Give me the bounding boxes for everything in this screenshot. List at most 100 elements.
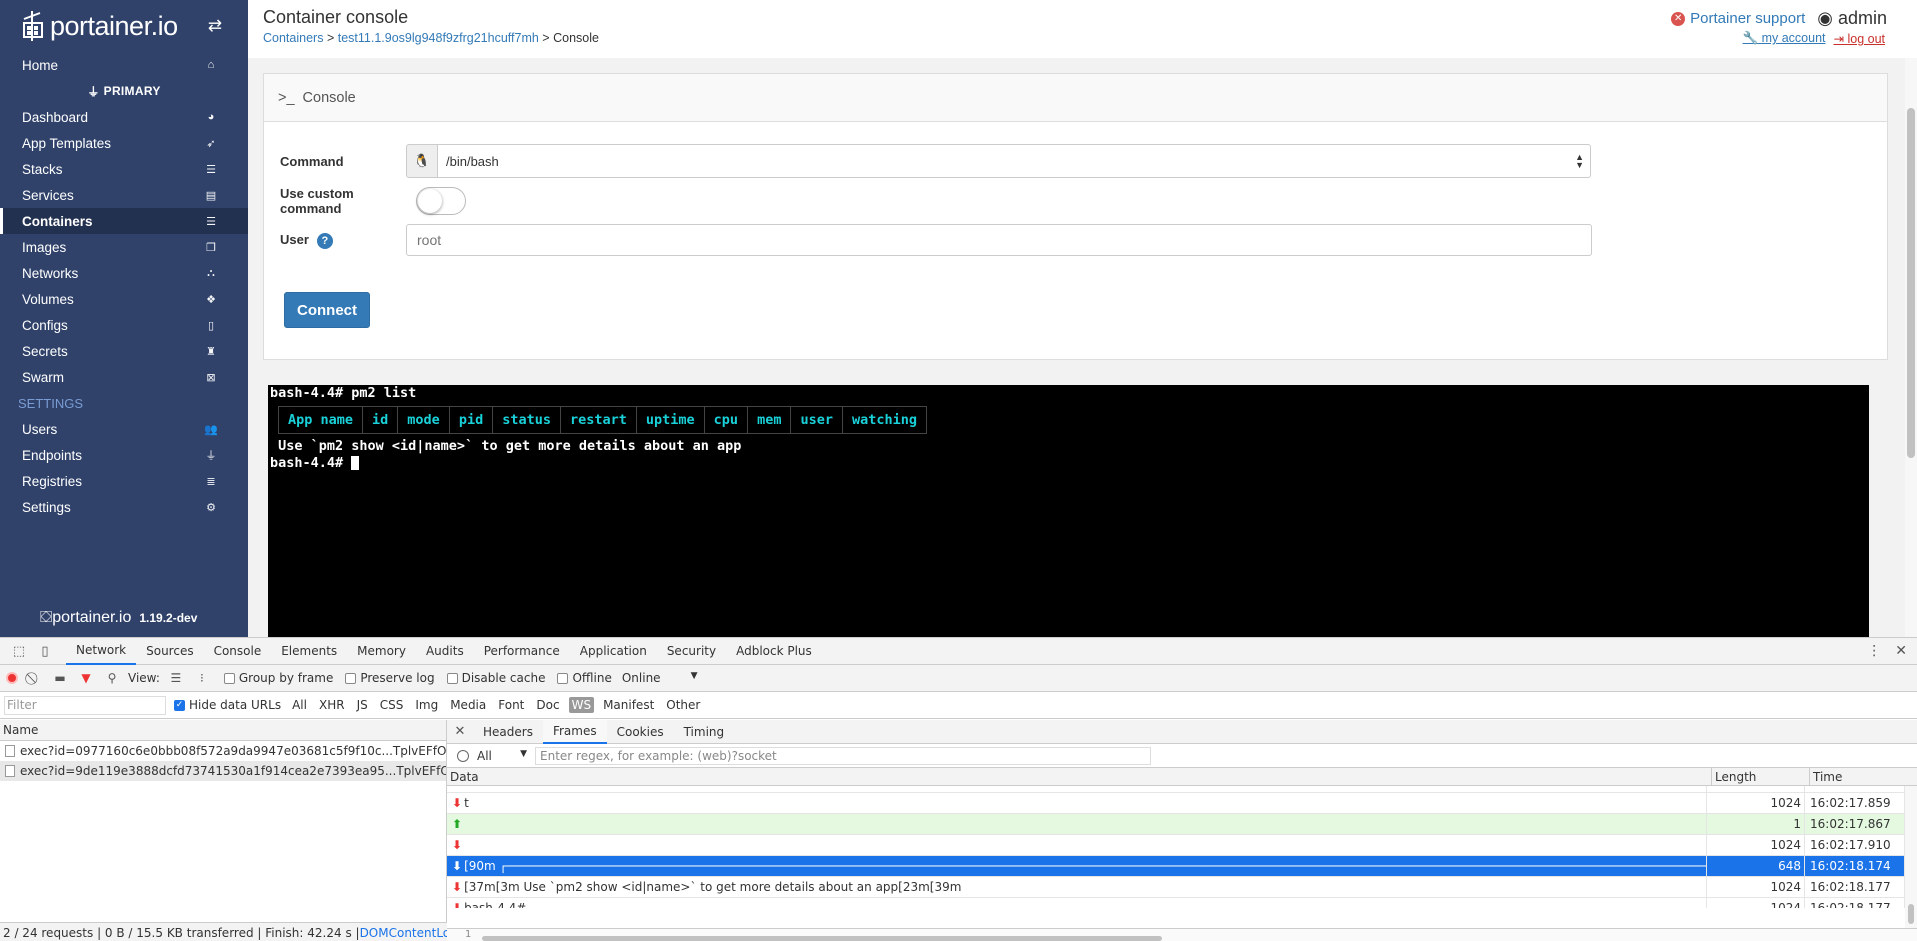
sidebar-item-home[interactable]: Home ⌂ xyxy=(0,52,248,78)
length-column-header[interactable]: Length xyxy=(1712,768,1810,785)
disable-cache-checkbox[interactable]: Disable cache xyxy=(446,671,545,685)
close-icon[interactable]: ✕ xyxy=(1895,643,1907,659)
large-rows-icon[interactable]: ☰ xyxy=(166,671,186,685)
sidebar-item-secrets[interactable]: Secrets ♜ xyxy=(0,338,248,364)
sidebar-item-registries[interactable]: Registries ≣ xyxy=(0,468,248,494)
question-circle-icon[interactable]: ? xyxy=(316,232,333,249)
request-row[interactable]: exec?id=9de119e3888dcfd73741530a1f914cea… xyxy=(0,761,446,781)
frames-scrollbar[interactable] xyxy=(1905,786,1917,928)
terminal-prompt: bash-4.4# xyxy=(270,455,1867,472)
request-row[interactable]: exec?id=0977160c6e0bbb08f572a9da9947e036… xyxy=(0,741,446,761)
frame-row[interactable]: ⬆ 1 16:02:17.867 xyxy=(447,814,1917,835)
exchange-icon[interactable]: ⇄ xyxy=(208,16,222,36)
more-vertical-icon[interactable]: ⋮ xyxy=(1867,643,1881,659)
devtools-tab-sources[interactable]: Sources xyxy=(136,638,203,665)
detail-tab-frames[interactable]: Frames xyxy=(542,719,607,744)
my-account-link[interactable]: 🔧 my account xyxy=(1743,31,1826,46)
logout-link[interactable]: ⇥ log out xyxy=(1834,31,1886,46)
pm2-column-mem: mem xyxy=(747,406,792,434)
frame-row[interactable]: ⬇ t 1024 16:02:17.859 xyxy=(447,793,1917,814)
command-select[interactable]: /bin/bash ▲ ▼ xyxy=(437,144,1591,178)
filter-type-xhr[interactable]: XHR xyxy=(316,697,348,713)
frame-row[interactable]: ⬇ bash-4.4# 1024 16:02:18.177 xyxy=(447,898,1917,908)
main-scrollbar[interactable] xyxy=(1905,58,1917,637)
sidebar-item-settings[interactable]: Settings ⚙ xyxy=(0,494,248,520)
devtools-tab-security[interactable]: Security xyxy=(657,638,726,665)
record-icon[interactable] xyxy=(6,672,18,684)
device-toggle-icon[interactable]: ▯ xyxy=(32,644,58,659)
sidebar-item-users[interactable]: Users 👥 xyxy=(0,416,248,442)
support-link[interactable]: ✕ Portainer support xyxy=(1671,10,1805,27)
time-column-header[interactable]: Time xyxy=(1810,768,1910,785)
sidebar-item-swarm[interactable]: Swarm ⊠ xyxy=(0,364,248,390)
preserve-log-checkbox[interactable]: Preserve log xyxy=(345,671,435,685)
throttle-select[interactable]: Online ▼ xyxy=(622,671,698,685)
sidebar-item-configs[interactable]: Configs ▯ xyxy=(0,312,248,338)
horizontal-scrollbar[interactable] xyxy=(482,936,1162,941)
filter-icon[interactable]: ▼ xyxy=(76,671,96,685)
sidebar-item-networks[interactable]: Networks ⛬ xyxy=(0,260,248,286)
file-icon xyxy=(5,745,15,757)
frame-row[interactable]: ⬇ [37m[3m Use `pm2 show <id|name>` to get… xyxy=(447,877,1917,898)
sidebar-item-endpoints[interactable]: Endpoints ⏚ xyxy=(0,442,248,468)
overview-icon[interactable]: ⁝ xyxy=(192,671,212,685)
terminal[interactable]: bash-4.4# pm2 list App name id mode pid stat… xyxy=(268,385,1869,637)
filter-type-js[interactable]: JS xyxy=(354,697,371,713)
inspect-icon[interactable]: ⬚ xyxy=(6,644,32,659)
sidebar-item-services[interactable]: Services ▤ xyxy=(0,182,248,208)
filter-type-media[interactable]: Media xyxy=(447,697,489,713)
clear-icon[interactable]: ⃠ xyxy=(24,671,44,686)
sidebar-item-dashboard[interactable]: Dashboard ◕ xyxy=(0,104,248,130)
scrollbar-thumb[interactable] xyxy=(1908,904,1914,924)
user-input[interactable] xyxy=(406,224,1592,256)
breadcrumb-container[interactable]: test11.1.9os9lg948f9zfrg21hcuff7mh xyxy=(338,31,539,45)
filter-type-font[interactable]: Font xyxy=(495,697,527,713)
devtools-tab-performance[interactable]: Performance xyxy=(474,638,570,665)
name-column-header[interactable]: Name xyxy=(0,720,446,741)
filter-type-img[interactable]: Img xyxy=(412,697,441,713)
devtools-tab-memory[interactable]: Memory xyxy=(347,638,416,665)
filter-type-other[interactable]: Other xyxy=(663,697,703,713)
detail-tab-timing[interactable]: Timing xyxy=(674,720,735,744)
dropdown-arrow-icon: ▼ xyxy=(690,671,698,681)
sidebar-item-volumes[interactable]: Volumes ❖ xyxy=(0,286,248,312)
devtools-tab-adblock-plus[interactable]: Adblock Plus xyxy=(726,638,822,665)
search-icon[interactable]: ⚲ xyxy=(102,671,122,685)
group-by-frame-checkbox[interactable]: Group by frame xyxy=(223,671,333,685)
filter-type-manifest[interactable]: Manifest xyxy=(600,697,657,713)
filter-input[interactable]: Filter xyxy=(4,695,166,715)
devtools-tab-console[interactable]: Console xyxy=(204,638,272,665)
detail-tab-cookies[interactable]: Cookies xyxy=(607,720,674,744)
devtools-tab-network[interactable]: Network xyxy=(66,638,137,665)
data-column-header[interactable]: Data xyxy=(447,768,1712,785)
frame-type-select[interactable]: All ▼ xyxy=(477,749,527,763)
devtools-tab-audits[interactable]: Audits xyxy=(416,638,474,665)
sidebar-item-containers[interactable]: Containers ☰ xyxy=(0,208,248,234)
filter-type-css[interactable]: CSS xyxy=(377,697,407,713)
capture-screenshots-icon[interactable]: ▬ xyxy=(50,671,70,685)
filter-type-doc[interactable]: Doc xyxy=(533,697,562,713)
scrollbar-thumb[interactable] xyxy=(1907,108,1915,458)
frame-row[interactable]: ⬇ [90m ┌─────────────────────────────────… xyxy=(447,856,1917,877)
connect-button[interactable]: Connect xyxy=(284,292,370,328)
filter-type-all[interactable]: All xyxy=(289,697,310,713)
frame-row[interactable]: ⬇ 1024 16:02:17.910 xyxy=(447,835,1917,856)
devtools-tab-application[interactable]: Application xyxy=(570,638,657,665)
custom-command-toggle[interactable] xyxy=(416,187,466,215)
sidebar-item-app-templates[interactable]: App Templates ➶ xyxy=(0,130,248,156)
breadcrumb-containers[interactable]: Containers xyxy=(263,31,323,45)
sidebar-item-label: Configs xyxy=(22,317,68,333)
view-label: View: xyxy=(128,671,160,685)
regex-filter-input[interactable]: Enter regex, for example: (web)?socket xyxy=(535,746,1151,765)
devtools-tab-elements[interactable]: Elements xyxy=(271,638,347,665)
detail-tab-headers[interactable]: Headers xyxy=(473,720,543,744)
filter-type-ws[interactable]: WS xyxy=(568,697,595,713)
sidebar-logo[interactable]: portainer.io ⇄ xyxy=(0,0,248,52)
sidebar-item-stacks[interactable]: Stacks ☰ xyxy=(0,156,248,182)
hide-data-urls-checkbox[interactable]: ✓ Hide data URLs xyxy=(174,698,281,712)
close-detail-icon[interactable]: ✕ xyxy=(447,724,473,739)
sidebar-item-images[interactable]: Images ❐ xyxy=(0,234,248,260)
clear-frames-icon[interactable] xyxy=(457,749,469,762)
offline-checkbox[interactable]: Offline xyxy=(557,671,612,685)
arrow-down-icon: ⬇ xyxy=(452,880,463,894)
